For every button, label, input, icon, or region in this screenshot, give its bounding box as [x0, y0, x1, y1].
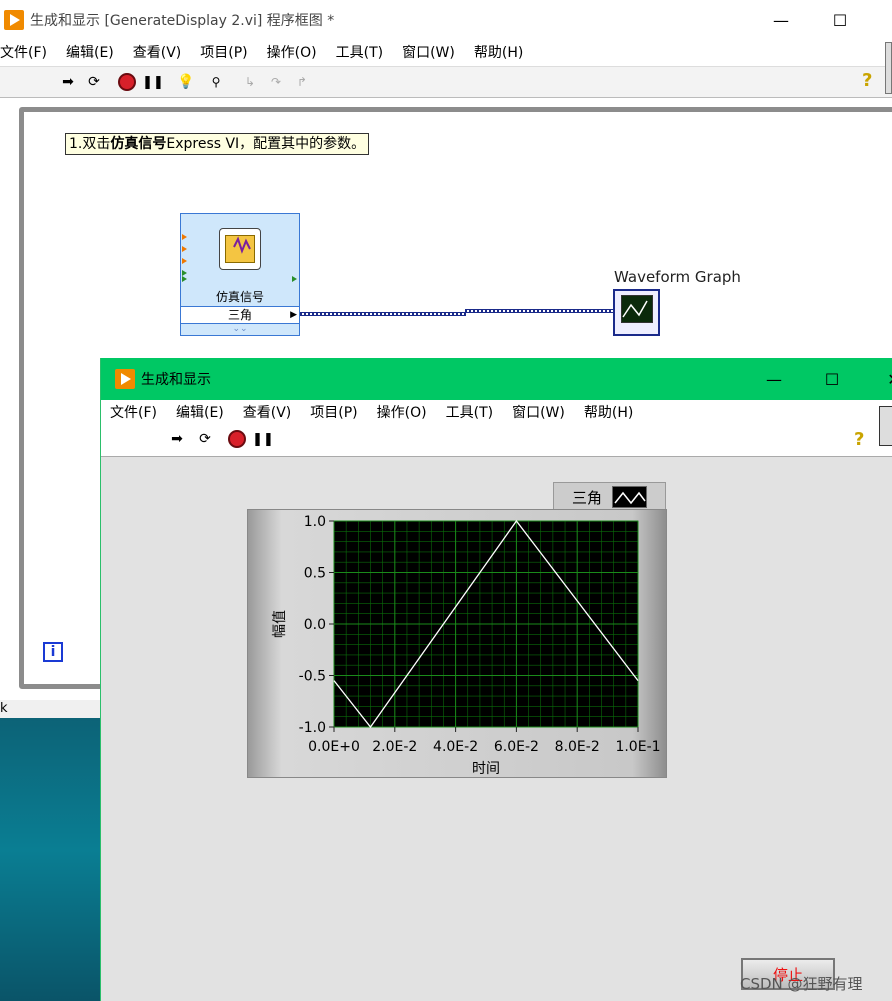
- menu-window[interactable]: 窗口(W): [402, 42, 455, 62]
- close-button[interactable]: ✕: [871, 358, 892, 400]
- minimize-button[interactable]: —: [751, 358, 797, 400]
- help-icon[interactable]: ?: [854, 429, 864, 450]
- labview-app-icon: [4, 10, 24, 30]
- x-tick-label: 6.0E-2: [494, 739, 539, 755]
- wire: [465, 309, 615, 313]
- menu-window[interactable]: 窗口(W): [512, 402, 565, 422]
- y-tick-label: 1.0: [304, 514, 326, 530]
- waveform-graph[interactable]: 1.0 0.5 0.0 -0.5 -1.0 0.0E+0 2.0E-2 4.0E-2 6.0E-…: [247, 509, 667, 778]
- expand-chevron-icon[interactable]: ⌄⌄: [181, 324, 299, 334]
- pause-icon[interactable]: ❚❚: [142, 72, 164, 92]
- x-tick-label: 8.0E-2: [555, 739, 600, 755]
- graph-plot-svg: 1.0 0.5 0.0 -0.5 -1.0 0.0E+0 2.0E-2 4.0E-2 6.0E-…: [272, 514, 661, 777]
- watermark: CSDN @狂野有理: [740, 975, 863, 993]
- step-out-icon[interactable]: ↱: [292, 72, 312, 92]
- menu-view[interactable]: 查看(V): [133, 42, 182, 62]
- menu-operate[interactable]: 操作(O): [377, 402, 427, 422]
- pause-icon[interactable]: ❚❚: [252, 429, 274, 449]
- desktop-background: [0, 700, 110, 1001]
- express-vi-icon: [219, 228, 261, 270]
- plot-legend[interactable]: 三角: [553, 482, 666, 512]
- menu-help[interactable]: 帮助(H): [584, 402, 633, 422]
- y-axis-label: 幅值: [272, 610, 288, 638]
- wire: [300, 312, 466, 316]
- menu-operate[interactable]: 操作(O): [267, 42, 317, 62]
- taskbar-fragment: k: [0, 700, 110, 718]
- legend-plot-swatch: [612, 486, 648, 508]
- menu-bar: 文件(F) 编辑(E) 查看(V) 项目(P) 操作(O) 工具(T) 窗口(W…: [101, 400, 892, 424]
- vi-icon: [879, 406, 892, 446]
- y-tick-label: -1.0: [299, 720, 326, 736]
- front-panel-window: 生成和显示 — ☐ ✕ 文件(F) 编辑(E) 查看(V) 项目(P) 操作(O…: [100, 358, 892, 1001]
- x-tick-label: 0.0E+0: [308, 739, 360, 755]
- maximize-button[interactable]: ☐: [809, 358, 855, 400]
- run-arrow-icon[interactable]: ➡: [167, 429, 187, 449]
- y-tick-label: 0.5: [304, 566, 326, 582]
- waveform-graph-terminal[interactable]: [613, 289, 660, 336]
- run-continuously-icon[interactable]: ⟳: [84, 72, 104, 92]
- graph-terminal-label: Waveform Graph: [614, 268, 741, 286]
- step-over-icon[interactable]: ↷: [266, 72, 286, 92]
- menu-file[interactable]: 文件(F): [0, 42, 47, 62]
- step-into-icon[interactable]: ↳: [240, 72, 260, 92]
- window-title: 生成和显示 [GenerateDisplay 2.vi] 程序框图 *: [30, 13, 335, 29]
- legend-name: 三角: [572, 488, 603, 507]
- run-arrow-icon[interactable]: ➡: [58, 72, 78, 92]
- retain-wire-values-icon[interactable]: ⚲: [206, 72, 226, 92]
- highlight-execution-icon[interactable]: 💡: [176, 72, 196, 92]
- x-tick-label: 4.0E-2: [433, 739, 478, 755]
- simulate-signal-express-vi[interactable]: 仿真信号 三角 ▶ ⌄⌄: [180, 213, 300, 336]
- menu-bar: 文件(F) 编辑(E) 查看(V) 项目(P) 操作(O) 工具(T) 窗口(W…: [0, 40, 892, 64]
- y-tick-label: -0.5: [299, 669, 326, 685]
- menu-tools[interactable]: 工具(T): [336, 42, 383, 62]
- help-icon[interactable]: ?: [862, 70, 872, 91]
- express-vi-output-value: 三角 ▶: [181, 306, 299, 324]
- diagram-toolbar: ➡ ⟳ ❚❚ 💡 ⚲ ↳ ↷ ↱ ?: [0, 66, 892, 98]
- labview-app-icon: [115, 369, 135, 389]
- panel-toolbar: ➡ ⟳ ❚❚ ?: [101, 424, 892, 457]
- menu-tools[interactable]: 工具(T): [446, 402, 493, 422]
- y-tick-label: 0.0: [304, 617, 326, 633]
- menu-file[interactable]: 文件(F): [110, 402, 157, 422]
- menu-project[interactable]: 项目(P): [200, 42, 247, 62]
- minimize-button[interactable]: —: [758, 0, 804, 40]
- info-icon[interactable]: i: [43, 642, 63, 662]
- maximize-button[interactable]: ☐: [817, 0, 863, 40]
- window-title: 生成和显示: [141, 372, 211, 388]
- x-tick-label: 1.0E-1: [615, 739, 660, 755]
- menu-project[interactable]: 项目(P): [310, 402, 357, 422]
- x-axis-label: 时间: [472, 761, 500, 777]
- menu-edit[interactable]: 编辑(E): [176, 402, 224, 422]
- menu-help[interactable]: 帮助(H): [474, 42, 523, 62]
- run-continuously-icon[interactable]: ⟳: [195, 429, 215, 449]
- abort-icon[interactable]: [227, 429, 247, 449]
- x-tick-label: 2.0E-2: [372, 739, 417, 755]
- context-help-panel: [885, 42, 892, 94]
- instruction-label: 1.双击仿真信号Express VI，配置其中的参数。: [65, 133, 370, 155]
- express-vi-label: 仿真信号: [215, 290, 264, 304]
- menu-view[interactable]: 查看(V): [243, 402, 292, 422]
- menu-edit[interactable]: 编辑(E): [66, 42, 114, 62]
- abort-icon[interactable]: [117, 72, 137, 92]
